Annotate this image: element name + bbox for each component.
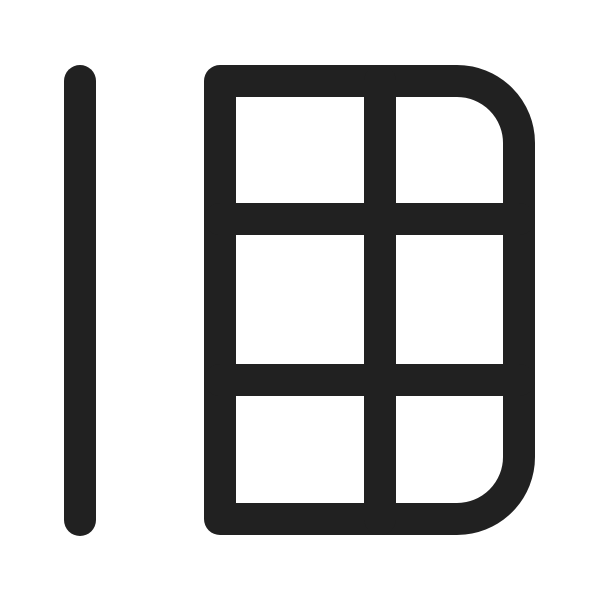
icon-canvas	[0, 0, 600, 600]
table-freeze-column-icon	[64, 65, 535, 536]
